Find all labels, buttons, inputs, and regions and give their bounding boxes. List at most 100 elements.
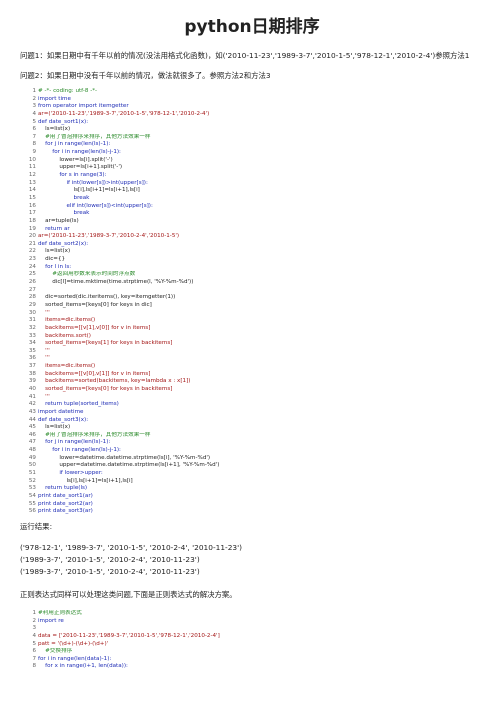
code-line: 50 upper=datetime.datetime.strptime(ls[i… — [20, 462, 490, 470]
line-number: 21 — [28, 240, 36, 247]
code-text: ar=tuple(ls) — [38, 217, 79, 224]
code-line: 2 import time — [20, 96, 490, 104]
code-text: #用了冒泡排序来排序，其他方法效果一样 — [38, 133, 151, 140]
line-number: 2 — [32, 95, 36, 102]
result-heading: 运行结果: — [20, 522, 53, 531]
code-text: ls=list(x) — [38, 248, 71, 255]
code-text: ar=('2010-11-23','1989-3-7','2010-1-5','… — [38, 110, 210, 117]
code-text: print date_sort2(ar) — [38, 500, 93, 507]
line-number: 39 — [28, 378, 36, 385]
line-number: 12 — [28, 172, 36, 179]
line-number: 7 — [32, 133, 36, 140]
code-text: for l in ls: — [38, 263, 72, 270]
code-text: elif int(lower[s])<int(upper[s]): — [38, 202, 153, 209]
line-number: 24 — [28, 263, 36, 270]
code-text: print date_sort3(ar) — [38, 508, 93, 515]
page-title: python日期排序 — [184, 17, 320, 37]
line-number: 28 — [28, 294, 36, 301]
code-text: ls[i],ls[i+1]=ls[i+1],ls[i] — [38, 187, 140, 194]
code-line: 23 dic={} — [20, 256, 490, 264]
code-line: 53 return tuple(ls) — [20, 485, 490, 493]
code-text: ''' — [38, 347, 50, 354]
line-number: 3 — [32, 625, 36, 632]
code-text: backitems=[[v[0],v[1]] for v in items] — [38, 370, 151, 377]
code-line: 8 for j in range(len(ls)-1): — [20, 141, 490, 149]
code-line: 7 #用了冒泡排序来排序，其他方法效果一样 — [20, 134, 490, 142]
code-text: break — [38, 210, 90, 217]
code-text: sorted_items=[keys[0] for keys in dic] — [38, 301, 152, 308]
line-number: 33 — [28, 332, 36, 339]
code-text: def date_sort2(x): — [38, 240, 89, 247]
code-line: 16 elif int(lower[s])<int(upper[s]): — [20, 203, 490, 211]
code-text: ls=list(x) — [38, 424, 71, 431]
code-text: if int(lower[s])>int(upper[s]): — [38, 179, 148, 186]
code-line: 1 # -*- coding: utf-8 -*- — [20, 88, 490, 96]
code-line: 52 ls[i],ls[i+1]=ls[i+1],ls[i] — [20, 478, 490, 486]
line-number: 6 — [32, 126, 36, 133]
code-text: ar=('2010-11-23','1989-3-7','2010-2-4','… — [38, 233, 180, 240]
result-line-3: ('1989-3-7', '2010-1-5', '2010-2-4', '20… — [20, 567, 200, 576]
code-text: ''' — [38, 355, 50, 362]
line-number: 35 — [28, 347, 36, 354]
line-number: 47 — [28, 439, 36, 446]
line-number: 13 — [28, 179, 36, 186]
line-number: 18 — [28, 217, 36, 224]
line-number: 4 — [32, 632, 36, 639]
code-text: def date_sort1(x): — [38, 118, 89, 125]
code-text: for j in range(len(ls)-1): — [38, 141, 111, 148]
line-number: 6 — [32, 648, 36, 655]
line-number: 56 — [28, 508, 36, 515]
code-line: 55 print date_sort2(ar) — [20, 501, 490, 509]
line-number: 41 — [28, 393, 36, 400]
code-text: # -*- coding: utf-8 -*- — [38, 88, 98, 94]
code-line: 38 backitems=[[v[0],v[1]] for v in items… — [20, 371, 490, 379]
intro-paragraph-2: 问题2：如果日期中没有千年以前的情况，做法就很多了。参照方法2和方法3 — [20, 71, 271, 80]
code-line: 46 #用了冒泡排序来排序，其他方法效果一样 — [20, 432, 490, 440]
code-text: for i in range(len(data)-1): — [38, 655, 112, 662]
line-number: 54 — [28, 492, 36, 499]
code-text: return ar — [38, 225, 70, 232]
code-line: 26 dic[l]=time.mktime(time.strptime(l, '… — [20, 279, 490, 287]
code-line: 25 #返回用秒数来表示时间的浮点数 — [20, 271, 490, 279]
line-number: 30 — [28, 309, 36, 316]
code-line: 12 for s in range(3): — [20, 172, 490, 180]
code-text: sorted_items=[keys[1] for keys in backit… — [38, 340, 173, 347]
code-text: upper=datetime.datetime.strptime(ls[i+1]… — [38, 462, 220, 469]
code-text: lower=ls[i].split('-') — [38, 156, 113, 163]
code-line: 22 ls=list(x) — [20, 248, 490, 256]
code-text: dic=sorted(dic.iteritems(), key=itemgett… — [38, 294, 176, 301]
code-line: 39 backitems=sorted(backitems, key=lambd… — [20, 378, 490, 386]
line-number: 25 — [28, 271, 36, 278]
code-text: for i in range(len(ls)-j-1): — [38, 149, 121, 156]
line-number: 17 — [28, 210, 36, 217]
code-line: 4 data = ['2010-11-23','1989-3-7','2010-1… — [20, 633, 490, 641]
line-number: 42 — [28, 401, 36, 408]
code-line: 18 ar=tuple(ls) — [20, 218, 490, 226]
code-line: 27 — [20, 287, 490, 295]
code-text: ls=list(x) — [38, 126, 71, 133]
line-number: 3 — [32, 103, 36, 110]
code-line: 17 break — [20, 210, 490, 218]
line-number: 43 — [28, 408, 36, 415]
code-line: 51 if lower>upper: — [20, 470, 490, 478]
line-number: 8 — [32, 141, 36, 148]
line-number: 19 — [28, 225, 36, 232]
code-line: 28 dic=sorted(dic.iteritems(), key=itemg… — [20, 294, 490, 302]
line-number: 34 — [28, 340, 36, 347]
line-number: 4 — [32, 110, 36, 117]
code-text: break — [38, 194, 90, 201]
line-number: 7 — [32, 655, 36, 662]
line-number: 51 — [28, 470, 36, 477]
code-text: #利用正则表达式 — [38, 610, 82, 616]
line-number: 49 — [28, 454, 36, 461]
line-number: 8 — [32, 663, 36, 670]
code-line: 48 for i in range(len(ls)-j-1): — [20, 447, 490, 455]
code-text: import time — [38, 95, 71, 102]
code-text: for j in range(len(ls)-1): — [38, 439, 111, 446]
code-text: ''' — [38, 309, 50, 316]
code-line: 47 for j in range(len(ls)-1): — [20, 439, 490, 447]
line-number: 32 — [28, 324, 36, 331]
line-number: 1 — [32, 610, 36, 616]
code-text: backitems=[[v[1],v[0]] for v in items] — [38, 324, 151, 331]
line-number: 22 — [28, 248, 36, 255]
